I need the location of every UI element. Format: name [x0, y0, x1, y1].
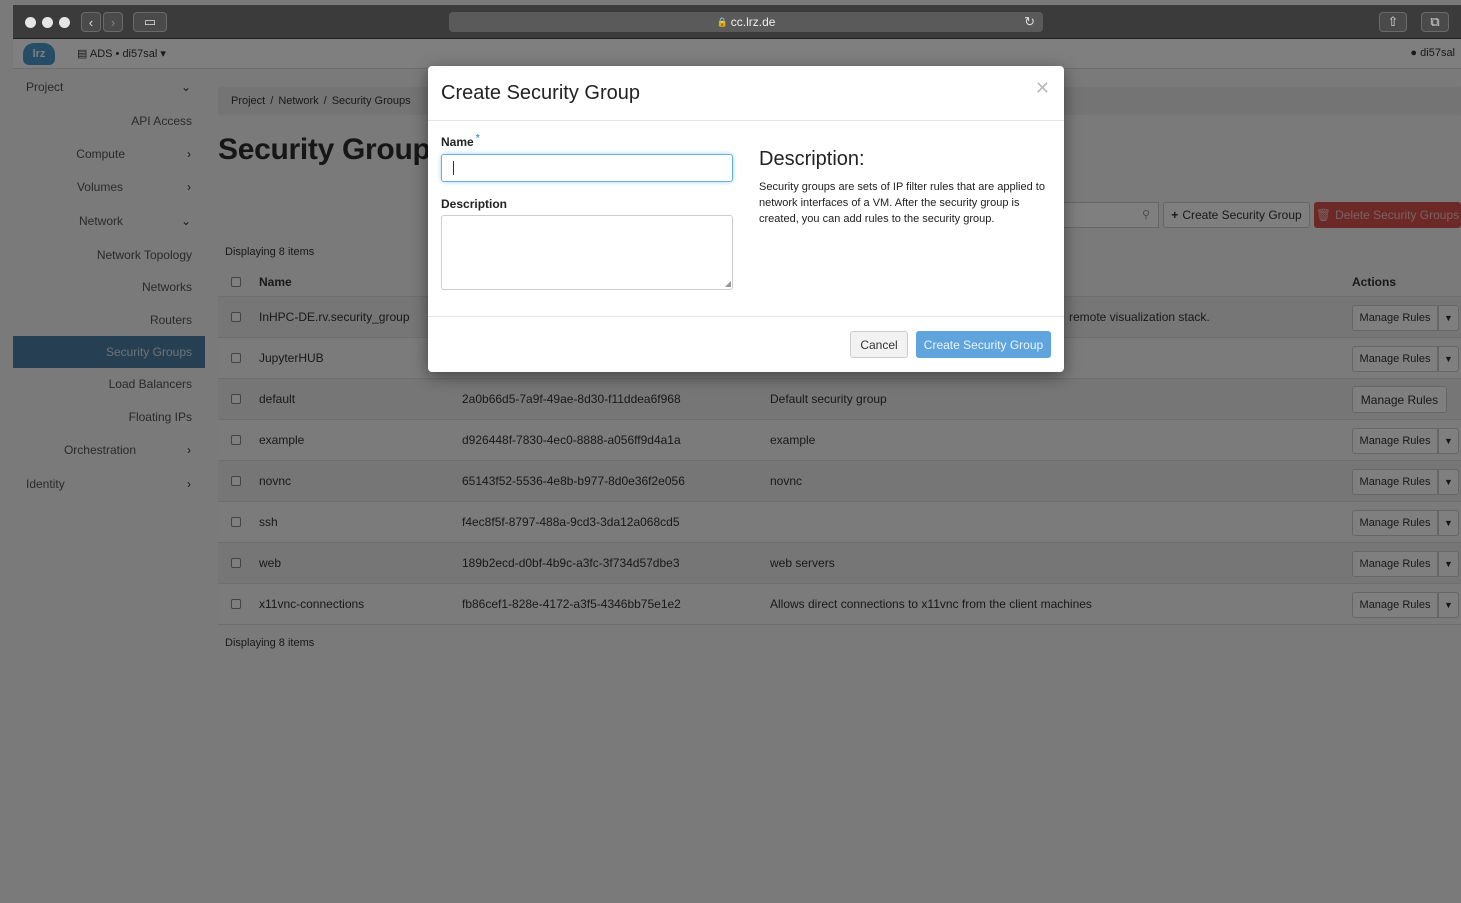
share-button[interactable]: ⇧: [1379, 12, 1407, 32]
chevron-left-icon: ‹: [88, 14, 94, 30]
back-button[interactable]: ‹: [81, 12, 101, 32]
url-text: cc.lrz.de: [730, 15, 776, 29]
cancel-button[interactable]: Cancel: [850, 331, 908, 358]
required-marker: *: [475, 133, 480, 144]
name-label: Name *: [441, 133, 480, 149]
help-text: Security groups are sets of IP filter ru…: [759, 181, 1045, 225]
name-input[interactable]: [441, 154, 733, 182]
forward-button[interactable]: ›: [103, 12, 123, 32]
zoom-window-button[interactable]: [59, 17, 70, 28]
create-security-group-modal: Create Security Group ✕ Name * Descriptio…: [428, 66, 1064, 372]
modal-title: Create Security Group: [441, 82, 640, 104]
modal-header: Create Security Group ✕: [428, 66, 1064, 121]
lock-icon: 🔒: [716, 16, 728, 27]
tabs-button[interactable]: ⧉: [1421, 12, 1449, 32]
description-textarea[interactable]: ◢: [441, 215, 733, 290]
tabs-icon: ⧉: [1430, 14, 1440, 29]
resize-grip-icon[interactable]: ◢: [725, 279, 731, 288]
share-icon: ⇧: [1387, 14, 1399, 29]
browser-toolbar: ‹ › ▭ 🔒 cc.lrz.de ↻ ⇧ ⧉: [13, 5, 1461, 39]
sidebar-icon: ▭: [143, 14, 157, 29]
modal-footer: Cancel Create Security Group: [428, 316, 1064, 372]
help-heading: Description:: [759, 148, 865, 170]
minimize-window-button[interactable]: [42, 17, 53, 28]
chevron-right-icon: ›: [110, 14, 116, 30]
description-label: Description: [441, 197, 508, 211]
sidebar-toggle-button[interactable]: ▭: [133, 12, 167, 32]
reload-icon[interactable]: ↻: [1024, 14, 1035, 30]
create-security-group-submit-button[interactable]: Create Security Group: [916, 331, 1051, 358]
close-icon[interactable]: ✕: [1035, 78, 1050, 99]
close-window-button[interactable]: [25, 17, 36, 28]
address-bar[interactable]: 🔒 cc.lrz.de ↻: [449, 12, 1043, 32]
text-cursor: [453, 161, 454, 175]
